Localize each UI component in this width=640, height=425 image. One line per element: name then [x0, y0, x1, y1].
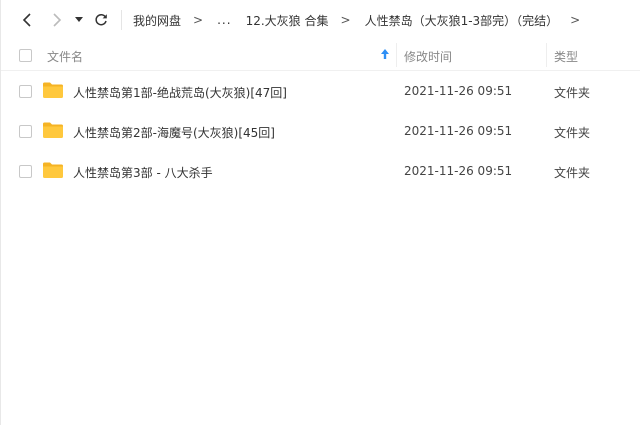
row-checkbox[interactable]: [19, 85, 32, 98]
row-modified-date: 2021-11-26 09:51: [404, 124, 513, 138]
column-header-date[interactable]: 修改时间: [404, 48, 452, 65]
column-divider[interactable]: [396, 43, 397, 67]
table-row[interactable]: 人性禁岛第2部-海魔号(大灰狼)[45回] 2021-11-26 09:51 文…: [1, 111, 640, 151]
navigation-bar: 我的网盘 > ... > 12.大灰狼 合集 > 人性禁岛（大灰狼1-3部完）（…: [1, 0, 640, 40]
nav-divider: [121, 10, 122, 30]
row-file-name[interactable]: 人性禁岛第3部 - 八大杀手: [73, 164, 213, 181]
forward-button[interactable]: [47, 10, 67, 30]
breadcrumb-separator: >: [193, 13, 204, 27]
chevron-left-icon: [22, 13, 31, 27]
table-row[interactable]: 人性禁岛第3部 - 八大杀手 2021-11-26 09:51 文件夹: [1, 151, 640, 191]
row-file-name[interactable]: 人性禁岛第2部-海魔号(大灰狼)[45回]: [73, 124, 275, 141]
row-file-type: 文件夹: [554, 166, 591, 180]
row-modified-date: 2021-11-26 09:51: [404, 84, 513, 98]
back-button[interactable]: [17, 10, 37, 30]
folder-icon: [43, 82, 63, 98]
select-all-checkbox[interactable]: [19, 49, 32, 62]
breadcrumb-separator: >: [570, 13, 581, 27]
caret-down-icon: [75, 17, 83, 22]
breadcrumb-separator: >: [340, 13, 351, 27]
column-divider[interactable]: [546, 43, 547, 67]
breadcrumb: 我的网盘 > ... > 12.大灰狼 合集 > 人性禁岛（大灰狼1-3部完）（…: [133, 0, 594, 40]
row-modified-date: 2021-11-26 09:51: [404, 164, 513, 178]
row-checkbox[interactable]: [19, 125, 32, 138]
row-file-type: 文件夹: [554, 86, 591, 100]
row-file-name[interactable]: 人性禁岛第1部-绝战荒岛(大灰狼)[47回]: [73, 84, 287, 101]
row-checkbox[interactable]: [19, 165, 32, 178]
row-file-type: 文件夹: [554, 126, 591, 140]
column-header: 文件名 修改时间 类型: [1, 40, 640, 71]
sort-up-arrow-icon[interactable]: [379, 46, 391, 62]
chevron-right-icon: [53, 13, 62, 27]
folder-icon: [43, 122, 63, 138]
history-dropdown-button[interactable]: [72, 10, 86, 30]
refresh-button[interactable]: [91, 10, 111, 30]
column-header-name[interactable]: 文件名: [47, 48, 83, 65]
column-header-type[interactable]: 类型: [554, 48, 578, 65]
breadcrumb-current[interactable]: 人性禁岛（大灰狼1-3部完）（完结）: [365, 12, 559, 29]
breadcrumb-collection[interactable]: 12.大灰狼 合集: [246, 12, 329, 29]
breadcrumb-root[interactable]: 我的网盘: [133, 12, 181, 29]
folder-icon: [43, 162, 63, 178]
file-browser-window: 我的网盘 > ... > 12.大灰狼 合集 > 人性禁岛（大灰狼1-3部完）（…: [0, 0, 640, 425]
breadcrumb-ellipsis[interactable]: ...: [217, 13, 231, 27]
table-row[interactable]: 人性禁岛第1部-绝战荒岛(大灰狼)[47回] 2021-11-26 09:51 …: [1, 71, 640, 111]
refresh-icon: [95, 13, 107, 26]
